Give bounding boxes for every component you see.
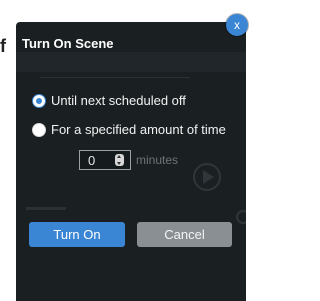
radio-selected-icon[interactable] <box>32 93 46 108</box>
duration-row: 0 minutes <box>79 150 178 170</box>
close-icon[interactable]: x <box>226 14 248 36</box>
background-text-fragment: f <box>0 36 6 56</box>
minutes-value: 0 <box>88 152 96 168</box>
cancel-button[interactable]: Cancel <box>137 222 232 247</box>
play-icon <box>193 163 221 191</box>
turn-on-button[interactable]: Turn On <box>29 222 125 247</box>
option-label: Until next scheduled off <box>51 93 186 108</box>
gear-icon <box>236 210 246 224</box>
minutes-label: minutes <box>136 153 179 167</box>
stepper-icon[interactable] <box>115 154 124 166</box>
radio-unselected-icon[interactable] <box>32 122 46 137</box>
option-specified-time[interactable]: For a specified amount of time <box>32 122 226 137</box>
turn-on-scene-dialog: Turn On Scene Until next scheduled off F… <box>16 22 246 301</box>
minutes-input[interactable]: 0 <box>79 150 131 170</box>
dialog-title: Turn On Scene <box>22 36 114 51</box>
option-label: For a specified amount of time <box>51 122 226 137</box>
option-until-next-scheduled-off[interactable]: Until next scheduled off <box>32 93 186 108</box>
